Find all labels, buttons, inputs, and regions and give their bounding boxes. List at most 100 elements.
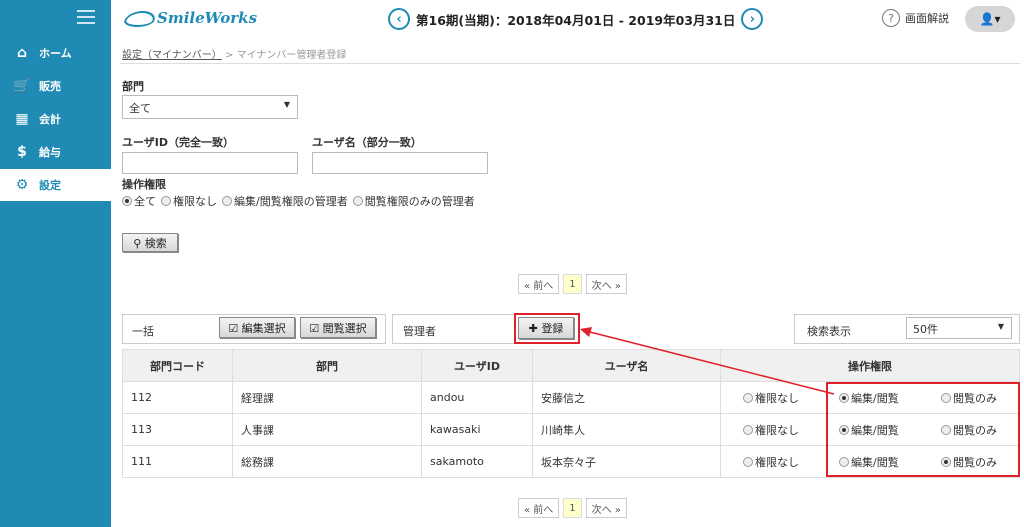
edit-select-button[interactable]: ☑ 編集選択 <box>219 317 295 338</box>
money-bag-icon: $ <box>17 144 27 160</box>
cell-dept: 総務課 <box>232 445 422 478</box>
cell-userid: sakamoto <box>421 445 533 478</box>
perm-label: 操作権限 <box>122 178 166 191</box>
row-perm-radio[interactable]: 権限なし <box>743 422 799 438</box>
pager-page-current[interactable]: 1 <box>563 498 582 518</box>
sidebar-item-0[interactable]: ⌂ ホーム <box>0 37 111 69</box>
perm-filter-label: 編集/閲覧権限の管理者 <box>234 195 348 208</box>
cell-code: 112 <box>122 381 233 414</box>
radio-circle-icon <box>743 392 753 403</box>
cell-dept: 人事課 <box>232 413 422 446</box>
header-permission: 操作権限 <box>720 349 1020 382</box>
radio-circle-icon <box>222 196 232 206</box>
admin-label: 管理者 <box>403 325 436 338</box>
row-perm-label: 権限なし <box>755 423 799 437</box>
breadcrumb: 設定（マイナンバー） > マイナンバー管理者登録 <box>122 46 346 61</box>
period-nav: ‹ 第16期(当期)：2018年04月01日 - 2019年03月31日 › <box>388 7 764 31</box>
cell-dept: 経理課 <box>232 381 422 414</box>
cell-name: 坂本奈々子 <box>532 445 721 478</box>
sidebar-item-4[interactable]: ⚙ 設定 <box>0 169 111 201</box>
radio-circle-icon <box>743 456 753 467</box>
cell-code: 111 <box>122 445 233 478</box>
view-select-button[interactable]: ☑ 閲覧選択 <box>300 317 376 338</box>
row-perm-label: 権限なし <box>755 455 799 469</box>
sidebar-item-3[interactable]: $ 給与 <box>0 136 111 168</box>
perm-filter-radio[interactable]: 権限なし <box>161 193 217 209</box>
sidebar-item-label: 会計 <box>39 113 61 126</box>
help-link[interactable]: ? 画面解説 <box>882 9 949 27</box>
breadcrumb-current: マイナンバー管理者登録 <box>236 50 347 61</box>
pager-prev-button[interactable]: « 前へ <box>518 498 560 518</box>
display-count-value: 50件 <box>913 323 938 336</box>
annotation-highlight <box>826 382 1020 477</box>
dept-label: 部門 <box>122 80 144 93</box>
period-label: 第16期(当期)：2018年04月01日 - 2019年03月31日 <box>416 12 736 28</box>
next-period-button[interactable]: › <box>741 8 764 30</box>
caret-down-icon: ▼ <box>997 322 1004 331</box>
breadcrumb-parent-link[interactable]: 設定（マイナンバー） <box>122 50 222 61</box>
header-dept-code: 部門コード <box>122 349 233 382</box>
header-dept: 部門 <box>232 349 422 382</box>
sidebar-item-2[interactable]: ▦ 会計 <box>0 103 111 135</box>
pager-prev-button[interactable]: « 前へ <box>518 274 560 294</box>
perm-filter-radio[interactable]: 全て <box>122 193 156 209</box>
sidebar-item-label: 設定 <box>39 179 61 192</box>
radio-circle-icon <box>352 196 363 206</box>
divider <box>120 63 1020 64</box>
annotation-highlight <box>514 313 580 344</box>
dept-select-value: 全て <box>129 102 151 115</box>
userid-input[interactable] <box>122 152 298 174</box>
userid-label: ユーザID（完全一致） <box>122 136 235 149</box>
search-button[interactable]: ⚲ 検索 <box>122 233 178 252</box>
pager-page-current[interactable]: 1 <box>563 274 582 294</box>
username-label: ユーザ名（部分一致） <box>312 136 422 149</box>
cell-name: 安藤信之 <box>532 381 721 414</box>
pager-next-button[interactable]: 次へ » <box>585 274 627 294</box>
perm-filter-label: 全て <box>134 195 156 208</box>
perm-filter-radio[interactable]: 閲覧権限のみの管理者 <box>352 193 475 209</box>
calculator-icon: ▦ <box>15 111 29 127</box>
perm-filter-label: 権限なし <box>173 195 217 208</box>
radio-circle-icon <box>122 196 132 206</box>
prev-period-button[interactable]: ‹ <box>388 8 410 30</box>
caret-down-icon: ▼ <box>283 100 290 109</box>
bulk-label: 一括 <box>132 325 154 338</box>
display-label: 検索表示 <box>807 325 851 338</box>
cell-name: 川崎隼人 <box>532 413 721 446</box>
row-perm-label: 権限なし <box>755 391 799 405</box>
home-icon: ⌂ <box>16 45 28 61</box>
pager-bottom: « 前へ 1 次へ » <box>518 498 627 518</box>
sidebar-item-1[interactable]: 🛒 販売 <box>0 70 111 102</box>
table-header-row: 部門コード 部門 ユーザID ユーザ名 操作権限 <box>122 349 1020 382</box>
help-label: 画面解説 <box>905 12 949 25</box>
perm-filter-label: 閲覧権限のみの管理者 <box>364 195 475 208</box>
sidebar-item-label: ホーム <box>39 47 72 60</box>
radio-circle-icon <box>161 196 171 206</box>
cell-userid: kawasaki <box>421 413 533 446</box>
question-icon: ? <box>882 9 900 27</box>
sidebar-item-label: 販売 <box>39 80 61 93</box>
menu-toggle-icon[interactable] <box>77 10 95 24</box>
gear-icon: ⚙ <box>15 177 29 193</box>
cart-icon: 🛒 <box>13 78 31 94</box>
sidebar: ⌂ ホーム 🛒 販売 ▦ 会計 $ 給与 ⚙ 設定 <box>0 0 111 527</box>
cell-userid: andou <box>421 381 533 414</box>
row-perm-radio[interactable]: 権限なし <box>743 454 799 470</box>
breadcrumb-separator: > <box>225 50 234 61</box>
sidebar-item-label: 給与 <box>39 146 61 159</box>
pager-next-button[interactable]: 次へ » <box>585 498 627 518</box>
logo: SmileWorks <box>122 9 257 27</box>
dept-select[interactable]: 全て ▼ <box>122 95 298 119</box>
top-bar: SmileWorks ‹ 第16期(当期)：2018年04月01日 - 2019… <box>111 0 1024 38</box>
row-perm-radio[interactable]: 権限なし <box>743 390 799 406</box>
header-userid: ユーザID <box>421 349 533 382</box>
radio-circle-icon <box>743 424 753 435</box>
display-count-select[interactable]: 50件 ▼ <box>906 317 1012 339</box>
perm-filter-group: 全て 権限なし 編集/閲覧権限の管理者 閲覧権限のみの管理者 <box>122 193 480 209</box>
username-input[interactable] <box>312 152 488 174</box>
user-menu-button[interactable]: 👤▾ <box>965 6 1015 32</box>
cell-code: 113 <box>122 413 233 446</box>
perm-filter-radio[interactable]: 編集/閲覧権限の管理者 <box>222 193 348 209</box>
pager-top: « 前へ 1 次へ » <box>518 274 627 294</box>
header-username: ユーザ名 <box>532 349 721 382</box>
